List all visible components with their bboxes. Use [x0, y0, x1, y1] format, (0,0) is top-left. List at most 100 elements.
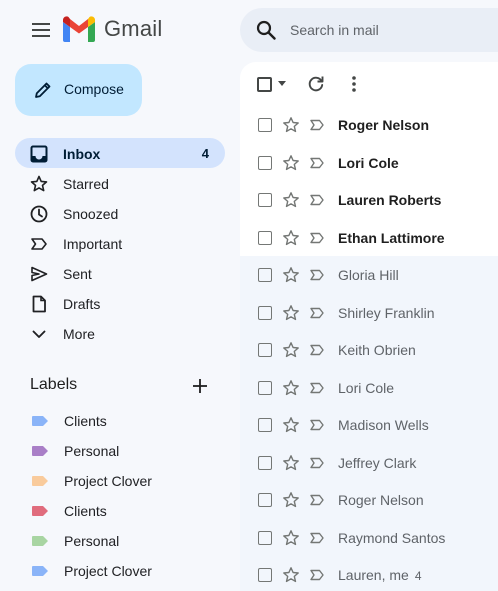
important-marker-icon[interactable]: [309, 530, 325, 546]
email-row[interactable]: Raymond Santos: [240, 518, 498, 556]
email-select-checkbox[interactable]: [258, 118, 272, 132]
label-item-project-clover[interactable]: Project Clover: [30, 555, 230, 585]
sidebar-item-snoozed[interactable]: Snoozed: [15, 198, 225, 228]
important-marker-icon[interactable]: [309, 380, 325, 396]
email-sender: Lauren Roberts: [338, 192, 441, 208]
star-icon[interactable]: [282, 529, 300, 547]
email-select-checkbox[interactable]: [258, 530, 272, 545]
email-row[interactable]: Lauren Roberts: [240, 181, 498, 219]
email-select-checkbox[interactable]: [258, 343, 272, 357]
label-tag-icon: [32, 476, 48, 486]
sidebar-item-label: More: [63, 326, 95, 342]
sender-name: Shirley Franklin: [338, 304, 435, 321]
star-icon[interactable]: [282, 491, 300, 509]
gmail-logo-icon[interactable]: [63, 16, 95, 42]
email-row[interactable]: Jeffrey Clark: [240, 443, 498, 481]
email-row[interactable]: Madison Wells: [240, 406, 498, 444]
important-marker-icon[interactable]: [309, 230, 325, 246]
email-row[interactable]: Roger Nelson: [240, 106, 498, 144]
email-row[interactable]: Shirley Franklin: [240, 293, 498, 331]
label-item-project-clover[interactable]: Project Clover: [30, 465, 230, 495]
star-icon[interactable]: [282, 379, 300, 397]
sidebar-item-starred[interactable]: Starred: [15, 168, 225, 198]
email-row[interactable]: Lauren, me 4: [240, 556, 498, 591]
compose-button[interactable]: Compose: [15, 64, 142, 116]
main-menu-button[interactable]: [26, 15, 56, 45]
label-item-personal[interactable]: Personal: [30, 525, 230, 555]
star-icon[interactable]: [282, 454, 300, 472]
plus-icon[interactable]: [190, 376, 210, 396]
inbox-icon: [30, 145, 48, 163]
email-row[interactable]: Gloria Hill: [240, 256, 498, 294]
email-select-checkbox[interactable]: [258, 230, 272, 245]
sidebar-item-inbox[interactable]: Inbox 4: [15, 138, 225, 168]
email-sender: Roger Nelson: [338, 117, 429, 133]
label-name: Clients: [64, 413, 107, 429]
top-bar: Gmail: [0, 0, 498, 60]
important-marker-icon[interactable]: [309, 305, 325, 321]
email-sender: Roger Nelson: [338, 492, 424, 508]
important-marker-icon[interactable]: [309, 342, 325, 358]
sidebar-item-sent[interactable]: Sent: [15, 258, 225, 288]
star-icon[interactable]: [282, 191, 300, 209]
star-icon[interactable]: [282, 566, 300, 584]
sidebar-item-label: Important: [63, 236, 123, 252]
important-marker-icon[interactable]: [309, 117, 325, 133]
search-bar: [240, 8, 498, 52]
star-icon[interactable]: [282, 229, 300, 247]
sidebar-item-important[interactable]: Important: [15, 228, 225, 258]
star-icon[interactable]: [282, 341, 300, 359]
star-icon[interactable]: [282, 416, 300, 434]
search-input[interactable]: [290, 20, 490, 40]
email-select-checkbox[interactable]: [258, 455, 272, 470]
sidebar-item-more[interactable]: More: [15, 318, 225, 348]
important-marker-icon[interactable]: [309, 567, 325, 583]
email-row[interactable]: Roger Nelson: [240, 481, 498, 519]
sidebar-item-drafts[interactable]: Drafts: [15, 288, 225, 318]
sender-name: Jeffrey Clark: [338, 454, 417, 471]
chevron-down-icon: [32, 330, 46, 338]
label-item-clients[interactable]: Clients: [30, 495, 230, 525]
important-marker-icon[interactable]: [309, 455, 325, 471]
email-select-checkbox[interactable]: [258, 305, 272, 320]
search-icon[interactable]: [256, 20, 276, 40]
select-dropdown-caret-icon[interactable]: [278, 81, 286, 86]
email-select-checkbox[interactable]: [258, 268, 272, 282]
important-marker-icon[interactable]: [309, 492, 325, 508]
email-row[interactable]: Keith Obrien: [240, 331, 498, 369]
select-all-checkbox[interactable]: [257, 77, 272, 92]
email-select-checkbox[interactable]: [258, 193, 272, 207]
sender-name: Roger Nelson: [338, 117, 430, 133]
sender-name: Lori Cole: [338, 154, 399, 171]
label-item-clients[interactable]: Clients: [30, 405, 230, 435]
label-tag-icon: [32, 506, 48, 516]
email-row[interactable]: Ethan Lattimore: [240, 219, 498, 257]
label-name: Clients: [64, 503, 107, 519]
important-icon: [31, 238, 47, 250]
email-select-checkbox[interactable]: [258, 380, 272, 395]
email-select-checkbox[interactable]: [258, 568, 272, 582]
star-icon[interactable]: [282, 154, 300, 172]
sender-name: Raymond Santos: [338, 529, 446, 546]
important-marker-icon[interactable]: [309, 417, 325, 433]
star-icon[interactable]: [282, 266, 300, 284]
star-icon[interactable]: [282, 304, 300, 322]
more-vert-icon[interactable]: [344, 74, 364, 94]
important-marker-icon[interactable]: [309, 267, 325, 283]
email-row[interactable]: Lori Cole: [240, 144, 498, 182]
send-icon: [31, 266, 48, 282]
email-sender: Jeffrey Clark: [338, 455, 416, 471]
label-item-personal[interactable]: Personal: [30, 435, 230, 465]
important-marker-icon[interactable]: [309, 192, 325, 208]
email-select-checkbox[interactable]: [258, 418, 272, 432]
email-row[interactable]: Lori Cole: [240, 368, 498, 406]
important-marker-icon[interactable]: [309, 155, 325, 171]
email-sender: Lori Cole: [338, 380, 394, 396]
refresh-icon[interactable]: [306, 74, 326, 94]
email-select-checkbox[interactable]: [258, 155, 272, 170]
star-icon[interactable]: [282, 116, 300, 134]
label-tag-icon: [32, 446, 48, 456]
email-select-checkbox[interactable]: [258, 493, 272, 507]
sender-name: Roger Nelson: [338, 492, 424, 508]
label-name: Project Clover: [64, 473, 152, 489]
